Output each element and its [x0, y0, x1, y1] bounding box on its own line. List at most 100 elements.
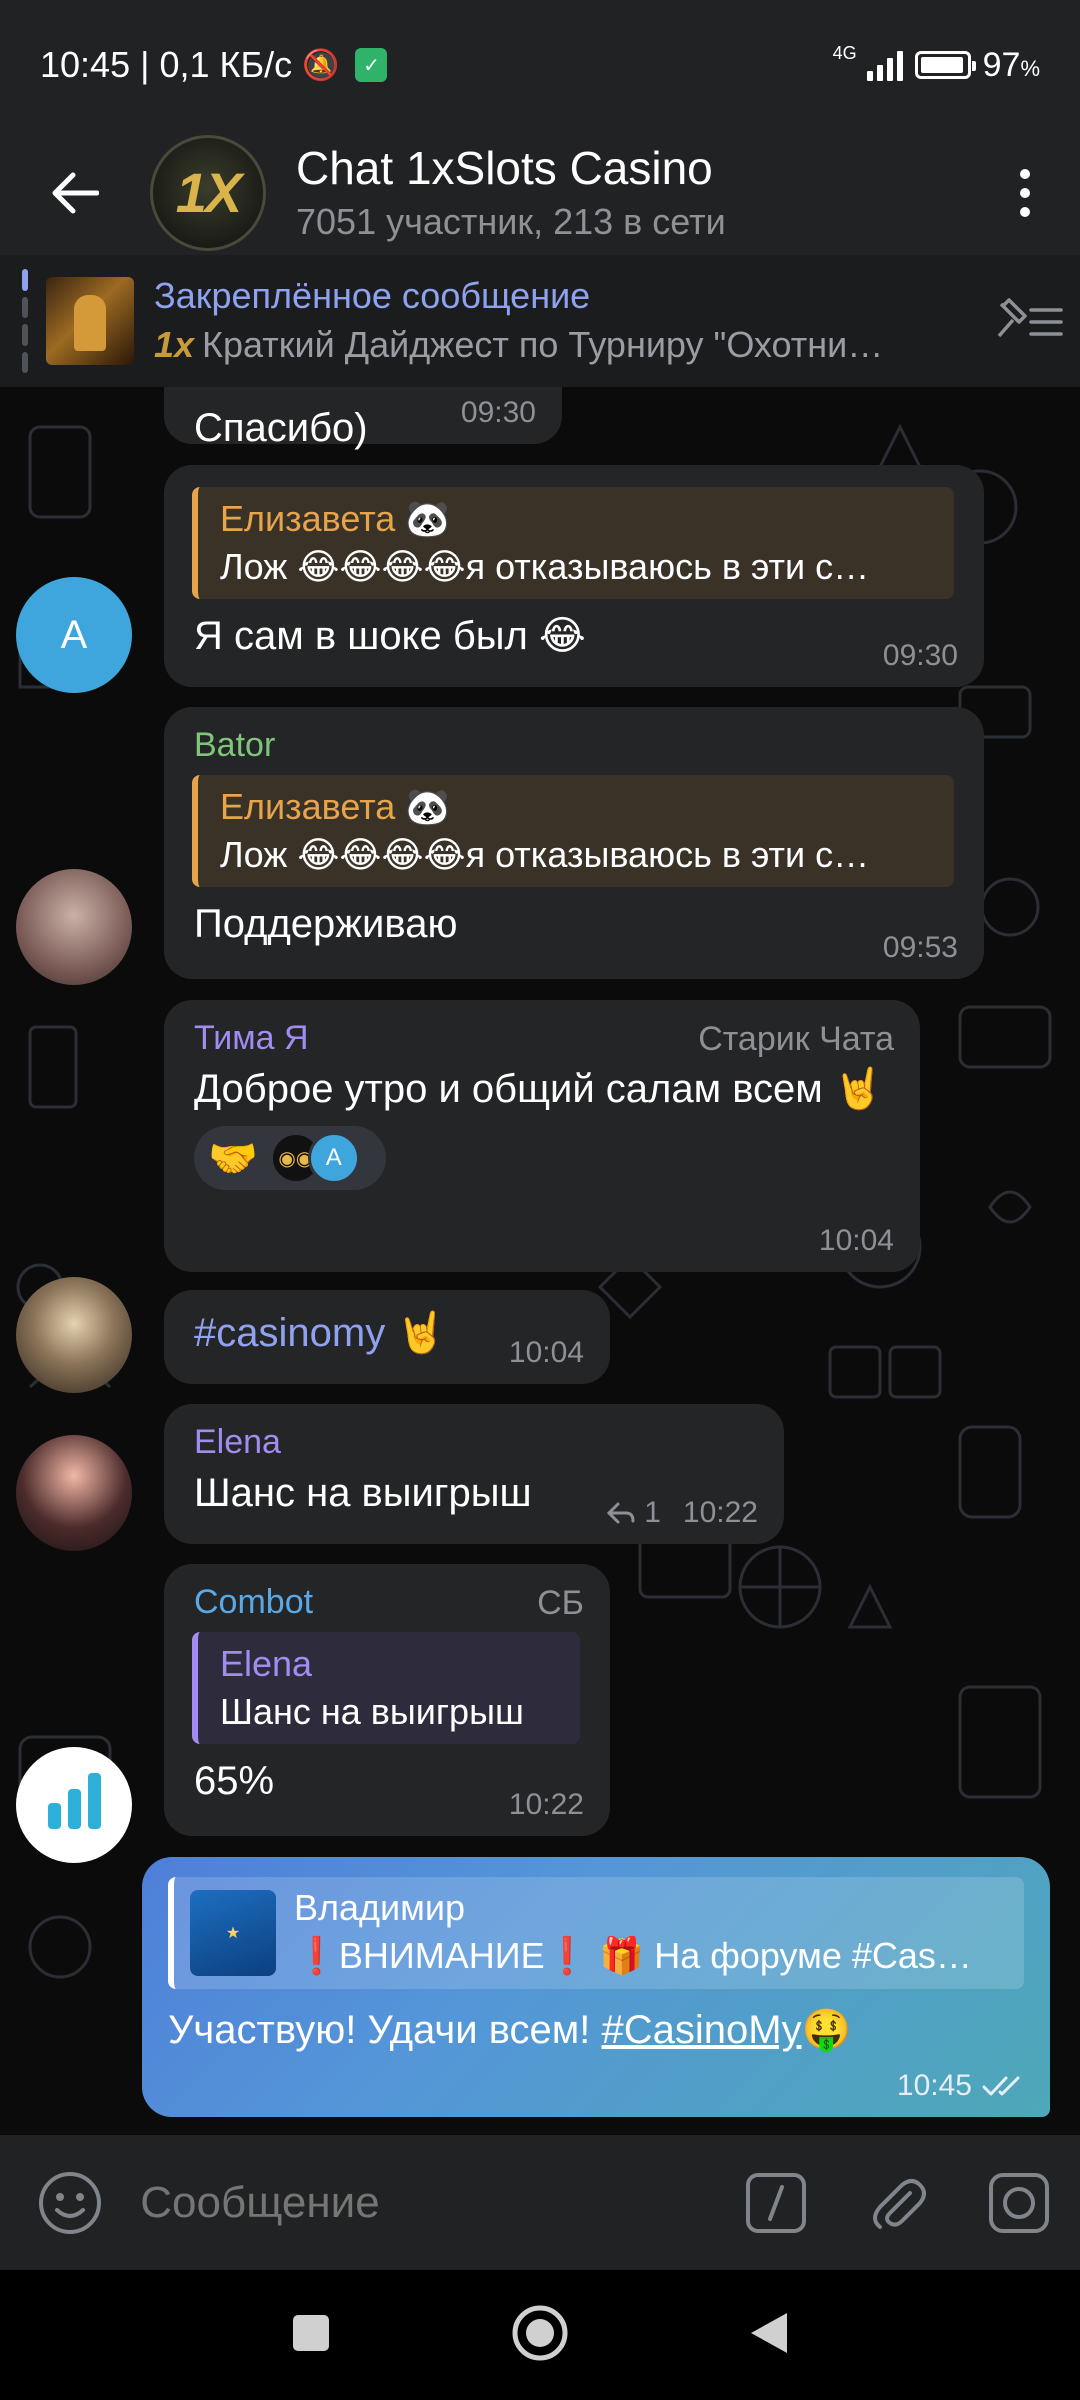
message-meta: 10:45 — [897, 2069, 1028, 2103]
emoji-button[interactable] — [0, 2170, 140, 2236]
system-navigation-bar — [0, 2270, 1080, 2400]
reply-preview[interactable]: Елизавета 🐼 Лож 😂😂😂😂я отказываюсь в эти … — [192, 775, 954, 887]
pinned-indicator — [22, 269, 28, 373]
double-check-icon — [982, 2076, 1020, 2096]
camera-video-button[interactable] — [958, 2171, 1080, 2235]
sender-name[interactable]: Bator — [194, 721, 954, 769]
message-bubble[interactable]: Спасибо) 09:30 — [164, 387, 562, 450]
message-bubble[interactable]: Тима Я Старик Чата Доброе утро и общий с… — [164, 1000, 920, 1272]
reply-text: Лож 😂😂😂😂я отказываюсь в эти с… — [220, 546, 870, 587]
message-text: Участвую! Удачи всем! #CasinoMy🤑 — [168, 2003, 1024, 2057]
message-list[interactable]: Спасибо) 09:30 A Елизавета 🐼 Лож 😂😂😂😂я о… — [0, 387, 1080, 2135]
member-badge: Старик Чата — [698, 1020, 894, 1058]
reply-text: Шанс на выигрыш — [220, 1691, 524, 1732]
chat-title: Chat 1xSlots Casino — [296, 141, 713, 194]
avatar[interactable] — [16, 869, 132, 985]
chat-header: 1X Chat 1xSlots Casino 7051 участник, 21… — [0, 130, 1080, 255]
avatar[interactable] — [16, 1747, 132, 1863]
message-emoji: 🤑 — [801, 2008, 852, 2052]
reply-text: Лож 😂😂😂😂я отказываюсь в эти с… — [220, 834, 870, 875]
reply-thumbnail: ★ — [190, 1890, 276, 1976]
message-bubble[interactable]: Bator Елизавета 🐼 Лож 😂😂😂😂я отказываюсь … — [164, 707, 984, 979]
back-button[interactable] — [0, 130, 150, 255]
reply-author: Елизавета 🐼 — [220, 498, 451, 539]
pinned-preview-text: Краткий Дайджест по Турниру "Охотни… — [202, 324, 884, 365]
smiley-icon — [39, 2171, 102, 2234]
status-time: 10:45 | 0,1 КБ/с — [40, 44, 293, 85]
pinned-thumbnail — [46, 277, 134, 365]
reply-count[interactable]: 1 — [644, 1496, 661, 1530]
message-time: 10:04 — [818, 1224, 894, 1257]
reply-author: Elena — [220, 1643, 313, 1684]
chat-info[interactable]: Chat 1xSlots Casino 7051 участник, 213 в… — [296, 139, 970, 247]
sender-name[interactable]: Combot — [194, 1578, 580, 1626]
reply-author: Владимир — [294, 1887, 466, 1928]
reply-preview[interactable]: ★ Владимир ❗ВНИМАНИЕ❗ 🎁 На форуме #Cas… — [168, 1877, 1024, 1989]
dot — [1020, 168, 1030, 179]
reply-preview[interactable]: Elena Шанс на выигрыш — [192, 1632, 580, 1744]
camera-icon — [989, 2172, 1050, 2233]
bar — [67, 1789, 81, 1829]
message-text: Я сам в шоке был 😂 — [194, 614, 586, 658]
battery-icon — [914, 51, 976, 79]
network-type: 4G — [832, 42, 857, 63]
message-composer — [0, 2135, 1080, 2270]
message-time: 09:30 — [460, 396, 536, 429]
reactions-bar[interactable]: 🤝 ◉◉ A — [194, 1126, 386, 1190]
message-bubble[interactable]: #casinomy 🤘 10:04 — [164, 1290, 610, 1384]
system-back-button[interactable] — [747, 2309, 791, 2362]
message-text: Поддерживаю — [194, 902, 458, 946]
bar — [47, 1803, 61, 1829]
slash-command-icon — [746, 2172, 807, 2233]
triangle-back-icon — [751, 2312, 788, 2353]
muted-bell-icon: 🔕 — [302, 48, 340, 82]
recents-button[interactable] — [289, 2311, 333, 2360]
message-text: #casinomy 🤘 — [194, 1306, 484, 1360]
message-input[interactable] — [140, 2177, 716, 2228]
avatar[interactable] — [16, 1435, 132, 1551]
avatar[interactable] — [16, 1277, 132, 1393]
member-badge: СБ — [537, 1584, 584, 1622]
message-meta: 1 10:22 — [606, 1496, 758, 1530]
home-circle-icon — [512, 2305, 568, 2360]
signal-icon — [866, 49, 903, 81]
reply-text: ❗ВНИМАНИЕ❗ 🎁 На форуме #Cas… — [294, 1935, 972, 1976]
hashtag-link[interactable]: #CasinoMy — [601, 2008, 801, 2052]
pinned-title: Закреплённое сообщение — [154, 275, 591, 316]
sender-name[interactable]: Elena — [194, 1418, 754, 1466]
message-time: 10:45 — [896, 2069, 972, 2102]
avatar[interactable]: A — [16, 577, 132, 693]
pin-list-icon — [997, 298, 1063, 338]
back-arrow-icon — [52, 172, 99, 213]
avatar-letter: A — [60, 612, 88, 657]
1x-logo-icon: 1x — [154, 324, 195, 365]
reply-preview[interactable]: Елизавета 🐼 Лож 😂😂😂😂я отказываюсь в эти … — [192, 487, 954, 599]
reactor-avatar: A — [307, 1132, 360, 1184]
hashtag-link[interactable]: #casinomy — [194, 1311, 385, 1355]
pinned-list-button[interactable] — [980, 296, 1080, 346]
home-button[interactable] — [510, 2303, 570, 2368]
shield-icon: ✓ — [355, 48, 388, 82]
message-emoji: 🤘 — [385, 1311, 447, 1355]
bot-commands-button[interactable] — [715, 2171, 837, 2235]
message-bubble[interactable]: Elena Шанс на выигрыш 1 10:22 — [164, 1404, 784, 1544]
pinned-preview: 1x Краткий Дайджест по Турниру "Охотни… — [154, 320, 964, 370]
more-options-button[interactable] — [970, 130, 1080, 255]
reply-count-icon — [607, 1502, 635, 1524]
battery-percent: 97% — [982, 45, 1040, 84]
message-time: 09:53 — [882, 931, 958, 964]
reply-author: Елизавета 🐼 — [220, 786, 451, 827]
chat-avatar[interactable]: 1X — [150, 134, 266, 251]
pinned-message-bar[interactable]: Закреплённое сообщение 1x Краткий Дайджес… — [0, 255, 1080, 387]
message-time: 10:04 — [508, 1336, 584, 1369]
message-time: 10:22 — [682, 1496, 758, 1529]
message-bubble[interactable]: Combot СБ Elena Шанс на выигрыш 65% 10:2… — [164, 1564, 610, 1836]
message-text-part: Участвую! Удачи всем! — [168, 2008, 602, 2052]
message-text: Доброе утро и общий салам всем 🤘 — [194, 1067, 884, 1111]
attach-button[interactable] — [837, 2171, 959, 2235]
message-time: 09:30 — [882, 639, 958, 672]
bar — [87, 1773, 101, 1829]
own-message-bubble[interactable]: ★ Владимир ❗ВНИМАНИЕ❗ 🎁 На форуме #Cas… … — [142, 1857, 1050, 2117]
message-bubble[interactable]: Елизавета 🐼 Лож 😂😂😂😂я отказываюсь в эти … — [164, 465, 984, 687]
paperclip-icon — [872, 2178, 926, 2229]
